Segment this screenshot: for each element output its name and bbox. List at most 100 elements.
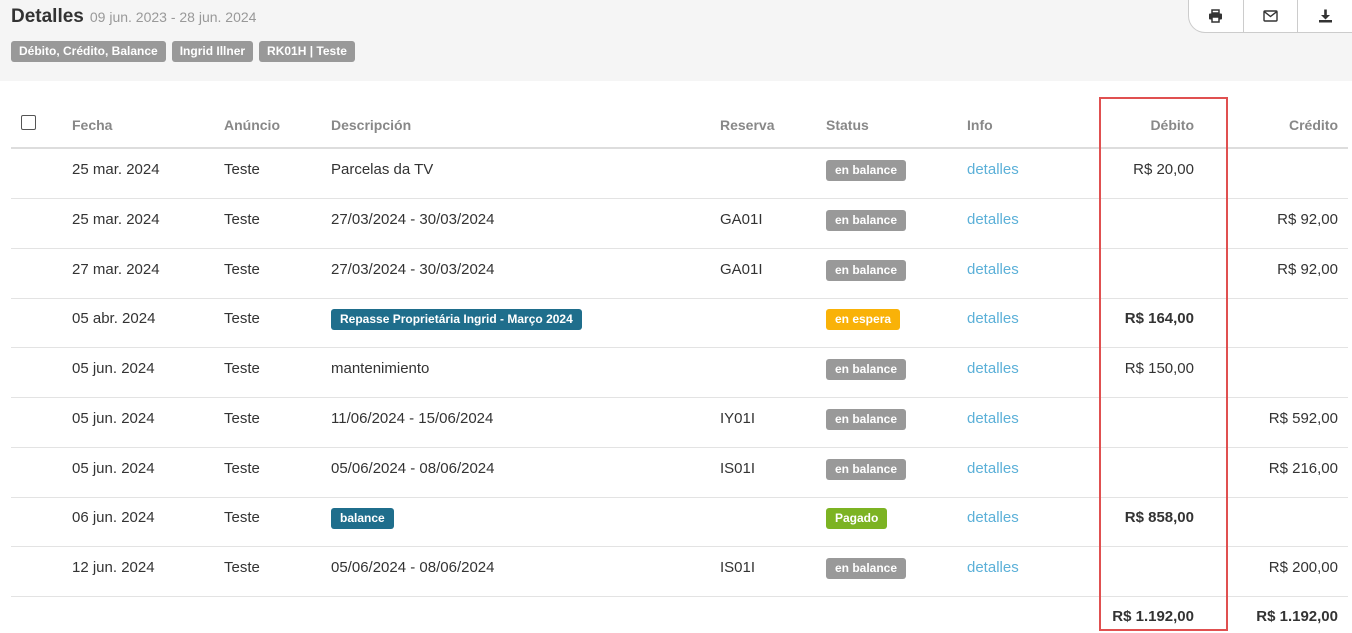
row-descripcion: 05/06/2024 - 08/06/2024 bbox=[331, 559, 495, 576]
column-header-info: Info bbox=[967, 117, 993, 133]
download-icon bbox=[1318, 9, 1333, 23]
column-header-fecha[interactable]: Fecha bbox=[72, 117, 112, 133]
row-debito: R$ 150,00 bbox=[1124, 360, 1194, 377]
row-fecha: 27 mar. 2024 bbox=[72, 261, 160, 278]
filter-tag-owner: Ingrid Illner bbox=[171, 41, 254, 62]
detalles-link[interactable]: detalles bbox=[967, 149, 1019, 198]
table-row: 27 mar. 2024 Teste 27/03/2024 - 30/03/2024… bbox=[11, 249, 1348, 299]
total-debito: R$ 1.192,00 bbox=[1112, 608, 1194, 625]
table-row: 25 mar. 2024 Teste 27/03/2024 - 30/03/2024… bbox=[11, 199, 1348, 249]
row-reserva: IS01I bbox=[720, 460, 756, 477]
total-credito: R$ 1.192,00 bbox=[1256, 608, 1338, 625]
status-badge: en balance bbox=[826, 159, 907, 181]
row-reserva: GA01I bbox=[720, 211, 763, 228]
column-header-anuncio[interactable]: Anúncio bbox=[224, 117, 280, 133]
column-header-reserva[interactable]: Reserva bbox=[720, 117, 775, 133]
detalles-link[interactable]: detalles bbox=[967, 348, 1019, 397]
column-header-credito[interactable]: Crédito bbox=[1289, 117, 1338, 133]
row-descripcion: mantenimiento bbox=[331, 360, 430, 377]
row-anuncio: Teste bbox=[224, 460, 260, 477]
column-header-debito[interactable]: Débito bbox=[1150, 117, 1194, 133]
detalles-link[interactable]: detalles bbox=[967, 448, 1019, 497]
email-button[interactable] bbox=[1242, 0, 1298, 32]
row-reserva: GA01I bbox=[720, 261, 763, 278]
envelope-icon bbox=[1263, 10, 1278, 22]
row-anuncio: Teste bbox=[224, 310, 260, 327]
row-credito: R$ 592,00 bbox=[1268, 410, 1338, 427]
details-header: Detalles 09 jun. 2023 - 28 jun. 2024 Déb… bbox=[0, 0, 1352, 81]
print-button[interactable] bbox=[1189, 0, 1243, 32]
row-credito: R$ 216,00 bbox=[1268, 460, 1338, 477]
row-status: en balance bbox=[826, 149, 907, 198]
table-row: 05 jun. 2024 Teste mantenimiento en balance… bbox=[11, 348, 1348, 398]
filter-tags: Débito, Crédito, Balance Ingrid Illner R… bbox=[11, 41, 355, 62]
select-all-checkbox[interactable] bbox=[21, 115, 36, 130]
row-fecha: 25 mar. 2024 bbox=[72, 211, 160, 228]
row-fecha: 05 jun. 2024 bbox=[72, 360, 155, 377]
status-badge: en balance bbox=[826, 458, 907, 480]
status-badge: en balance bbox=[826, 259, 907, 281]
detalles-link[interactable]: detalles bbox=[967, 249, 1019, 298]
status-badge: en balance bbox=[826, 358, 907, 380]
row-status: en balance bbox=[826, 398, 907, 447]
table-row: 12 jun. 2024 Teste 05/06/2024 - 08/06/2024… bbox=[11, 547, 1348, 597]
row-descripcion: Repasse Proprietária Ingrid - Março 2024 bbox=[331, 298, 582, 347]
row-fecha: 05 jun. 2024 bbox=[72, 460, 155, 477]
row-anuncio: Teste bbox=[224, 410, 260, 427]
detalles-link[interactable]: detalles bbox=[967, 547, 1019, 596]
row-reserva: IS01I bbox=[720, 559, 756, 576]
table-row: 05 jun. 2024 Teste 11/06/2024 - 15/06/2024… bbox=[11, 398, 1348, 448]
column-header-descripcion[interactable]: Descripción bbox=[331, 117, 411, 133]
row-descripcion: balance bbox=[331, 497, 394, 546]
table-row: 05 jun. 2024 Teste 05/06/2024 - 08/06/2024… bbox=[11, 448, 1348, 498]
toolbar bbox=[1188, 0, 1352, 33]
row-credito: R$ 92,00 bbox=[1277, 261, 1338, 278]
status-badge: en balance bbox=[826, 557, 907, 579]
print-icon bbox=[1208, 9, 1223, 23]
detalles-link[interactable]: detalles bbox=[967, 497, 1019, 546]
row-status: en balance bbox=[826, 249, 907, 298]
table-row: 25 mar. 2024 Teste Parcelas da TV en balanc… bbox=[11, 149, 1348, 199]
row-debito: R$ 164,00 bbox=[1124, 310, 1194, 327]
status-badge: en balance bbox=[826, 408, 907, 430]
status-badge: en balance bbox=[826, 209, 907, 231]
row-reserva: IY01I bbox=[720, 410, 756, 427]
table-row: 06 jun. 2024 Teste balance Pagado detalles R$… bbox=[11, 497, 1348, 547]
row-anuncio: Teste bbox=[224, 559, 260, 576]
row-fecha: 25 mar. 2024 bbox=[72, 161, 160, 178]
row-fecha: 12 jun. 2024 bbox=[72, 559, 155, 576]
row-fecha: 06 jun. 2024 bbox=[72, 509, 155, 526]
row-status: Pagado bbox=[826, 497, 888, 546]
row-fecha: 05 jun. 2024 bbox=[72, 410, 155, 427]
page-title: Detalles bbox=[11, 6, 84, 27]
download-button[interactable] bbox=[1297, 0, 1352, 32]
row-anuncio: Teste bbox=[224, 261, 260, 278]
row-anuncio: Teste bbox=[224, 509, 260, 526]
row-descripcion: 27/03/2024 - 30/03/2024 bbox=[331, 211, 495, 228]
status-badge: Pagado bbox=[826, 507, 888, 529]
table-row: 05 abr. 2024 Teste Repasse Proprietária In… bbox=[11, 298, 1348, 348]
row-credito: R$ 200,00 bbox=[1268, 559, 1338, 576]
row-debito: R$ 858,00 bbox=[1124, 509, 1194, 526]
description-badge: Repasse Proprietária Ingrid - Março 2024 bbox=[331, 308, 582, 330]
title-row: Detalles 09 jun. 2023 - 28 jun. 2024 bbox=[11, 6, 256, 28]
row-debito: R$ 20,00 bbox=[1133, 161, 1194, 178]
row-status: en balance bbox=[826, 448, 907, 497]
row-descripcion: 27/03/2024 - 30/03/2024 bbox=[331, 261, 495, 278]
filter-tag-type: Débito, Crédito, Balance bbox=[11, 41, 166, 62]
detalles-link[interactable]: detalles bbox=[967, 199, 1019, 248]
description-badge: balance bbox=[331, 507, 394, 529]
column-header-status[interactable]: Status bbox=[826, 117, 869, 133]
row-status: en balance bbox=[826, 199, 907, 248]
row-status: en balance bbox=[826, 547, 907, 596]
row-descripcion: 11/06/2024 - 15/06/2024 bbox=[331, 410, 494, 427]
detalles-link[interactable]: detalles bbox=[967, 298, 1019, 347]
row-fecha: 05 abr. 2024 bbox=[72, 310, 156, 327]
filter-tag-listing: RK01H | Teste bbox=[259, 41, 355, 62]
date-range: 09 jun. 2023 - 28 jun. 2024 bbox=[89, 9, 257, 25]
row-credito: R$ 92,00 bbox=[1277, 211, 1338, 228]
row-anuncio: Teste bbox=[224, 360, 260, 377]
row-descripcion: Parcelas da TV bbox=[331, 161, 434, 178]
row-anuncio: Teste bbox=[224, 161, 260, 178]
detalles-link[interactable]: detalles bbox=[967, 398, 1019, 447]
